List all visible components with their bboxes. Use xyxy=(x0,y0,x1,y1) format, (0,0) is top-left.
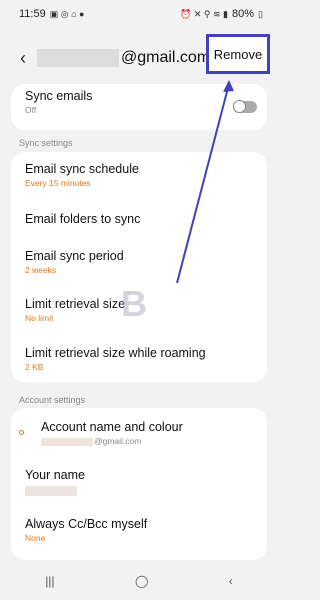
home-icon[interactable]: ◯ xyxy=(135,574,148,588)
section-account-settings: Account settings xyxy=(19,395,86,405)
email-suffix: @gmail.com xyxy=(121,49,211,66)
sync-emails-sub: Off xyxy=(25,105,37,115)
sync-emails-card: Sync emails Off xyxy=(11,84,267,130)
status-bar: 11:59 ▣ ◎ ⌂ ● ⏰ ✕ ⚲ ≋ ▮ 80% ▯ xyxy=(5,0,273,28)
redacted-account-email xyxy=(41,437,93,446)
chevron-left-icon: ‹ xyxy=(20,47,26,68)
status-icons: ⏰ ✕ ⚲ ≋ ▮ xyxy=(180,8,229,19)
your-name-row[interactable]: Your name xyxy=(11,468,267,498)
nav-bar: ||| ◯ ‹ xyxy=(5,566,273,596)
back-button[interactable]: ‹ xyxy=(9,48,37,69)
account-name-sub: @gmail.com xyxy=(41,436,253,446)
nav-back-icon[interactable]: ‹ xyxy=(229,574,233,588)
cc-bcc-title: Always Cc/Bcc myself xyxy=(25,517,148,531)
sync-emails-toggle[interactable] xyxy=(233,100,257,113)
notification-icons: ▣ ◎ ⌂ ● xyxy=(49,8,85,19)
remove-button[interactable]: Remove xyxy=(206,34,270,74)
battery-level: 80% xyxy=(232,8,255,20)
cc-bcc-row[interactable]: Always Cc/Bcc myself None xyxy=(11,517,267,543)
sync-schedule-title: Email sync schedule xyxy=(25,162,139,176)
account-settings-card: Account name and colour @gmail.com Your … xyxy=(11,408,267,560)
sync-emails-row[interactable]: Sync emails Off xyxy=(11,84,267,130)
account-name-row[interactable]: Account name and colour @gmail.com xyxy=(11,420,267,446)
sync-period-row[interactable]: Email sync period 2 weeks xyxy=(11,249,267,275)
your-name-title: Your name xyxy=(25,468,85,482)
account-colour-dot xyxy=(19,430,24,435)
sync-period-sub: 2 weeks xyxy=(25,265,57,275)
limit-roaming-sub: 2 KB xyxy=(25,362,44,372)
sync-schedule-sub: Every 15 minutes xyxy=(25,178,91,188)
account-name-title: Account name and colour xyxy=(41,420,183,434)
watermark-logo: B xyxy=(121,283,147,324)
folders-to-sync-row[interactable]: Email folders to sync xyxy=(11,212,267,226)
sync-settings-card: Email sync schedule Every 15 minutes Ema… xyxy=(11,152,267,382)
account-email: @gmail.com xyxy=(37,49,210,67)
clock: 11:59 xyxy=(19,8,46,20)
recent-apps-icon[interactable]: ||| xyxy=(45,574,54,588)
cc-bcc-sub: None xyxy=(25,533,46,543)
limit-roaming-title: Limit retrieval size while roaming xyxy=(25,346,206,360)
redacted-your-name xyxy=(25,486,77,496)
battery-icon: ▯ xyxy=(258,8,263,19)
redacted-email-user xyxy=(37,49,119,67)
section-sync-settings: Sync settings xyxy=(19,138,73,148)
sync-schedule-row[interactable]: Email sync schedule Every 15 minutes xyxy=(11,162,267,188)
header: ‹ @gmail.com Remove xyxy=(5,34,273,78)
sync-emails-title: Sync emails xyxy=(25,89,93,103)
folders-to-sync-title: Email folders to sync xyxy=(25,212,141,226)
sync-period-title: Email sync period xyxy=(25,249,124,263)
phone-screen: 11:59 ▣ ◎ ⌂ ● ⏰ ✕ ⚲ ≋ ▮ 80% ▯ ‹ @gmail.c… xyxy=(5,0,273,596)
your-name-sub xyxy=(25,486,253,498)
limit-roaming-row[interactable]: Limit retrieval size while roaming 2 KB xyxy=(11,346,267,372)
